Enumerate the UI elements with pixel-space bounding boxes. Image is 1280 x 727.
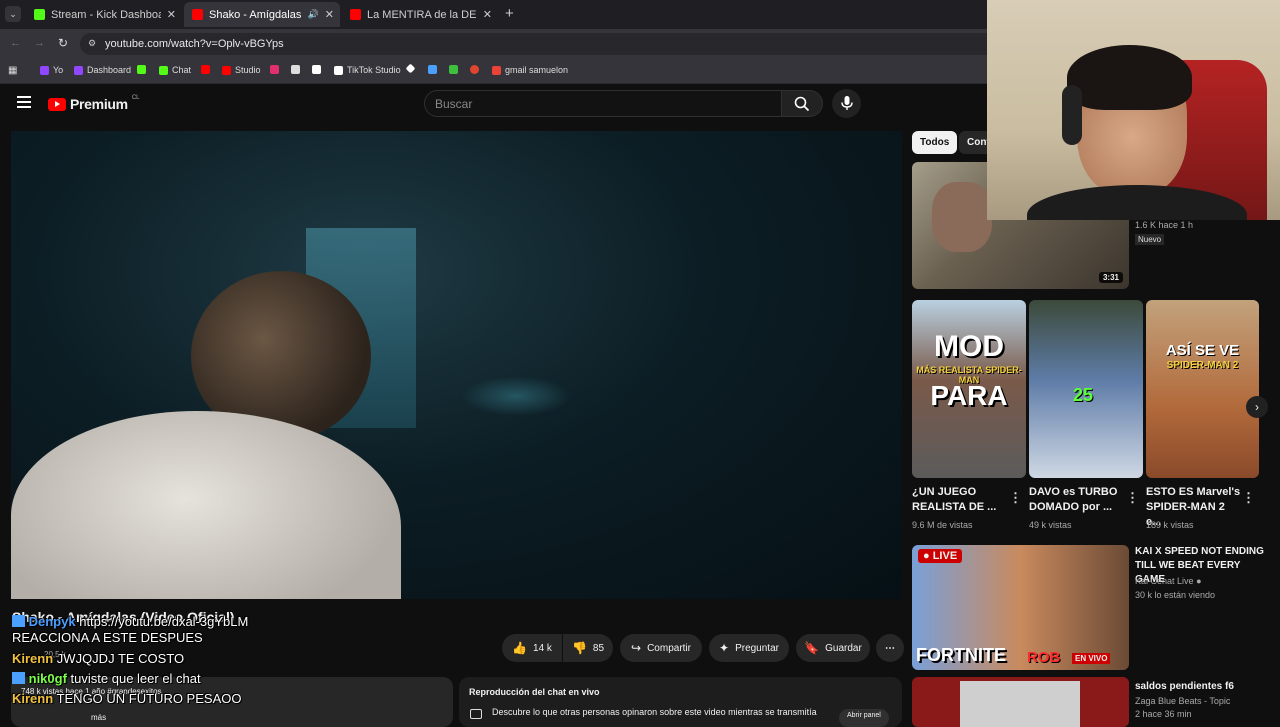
chip-all[interactable]: Todos: [912, 131, 958, 154]
voice-search-button[interactable]: [832, 89, 861, 118]
short-views: 9.6 M de vistas: [912, 520, 973, 530]
youtube-icon: [350, 9, 361, 20]
stream-chat-overlay: Denpyk https://youtu.be/dxal-3gYbLM REAC…: [12, 614, 312, 706]
sparkle-icon: ✦: [719, 641, 730, 655]
new-tab-button[interactable]: +: [505, 5, 514, 22]
open-panel-button[interactable]: Abrir panel: [839, 709, 889, 727]
kick-badge-icon: [12, 615, 25, 627]
more-button[interactable]: ⋯: [876, 634, 904, 662]
short-views: 189 k vistas: [1146, 520, 1194, 530]
bookmark-x[interactable]: [291, 65, 300, 74]
share-button[interactable]: ↪ Compartir: [620, 634, 702, 662]
bookmark-star[interactable]: [428, 65, 437, 74]
bookmark-youtube[interactable]: [201, 65, 210, 74]
bookmark-gmail[interactable]: gmail samuelon: [492, 65, 568, 75]
mic-icon: [841, 96, 853, 110]
tab-search-button[interactable]: ⌄: [5, 6, 21, 22]
chat-message: Denpyk https://youtu.be/dxal-3gYbLM REAC…: [12, 614, 249, 645]
short-views: 49 k vistas: [1029, 520, 1072, 530]
short-title[interactable]: DAVO es TURBO DOMADO por ...: [1029, 485, 1124, 515]
live-channel-name: Kai Cenat Live ●: [1135, 576, 1202, 586]
tab-kick-dashboard[interactable]: Stream - Kick Dashboard ✕: [26, 2, 182, 27]
new-badge: Nuevo: [1135, 234, 1165, 245]
bookmark-instagram[interactable]: [270, 65, 279, 74]
bookmark-tiktok[interactable]: [312, 65, 321, 74]
bookmark-chat[interactable]: Chat: [159, 65, 191, 75]
youtube-play-icon: [48, 97, 66, 111]
chat-replay-title: Reproducción del chat en vivo: [469, 687, 600, 697]
kick-badge-icon: [12, 672, 25, 684]
channel-name: Zaga Blue Beats - Topic: [1135, 696, 1231, 706]
bookmark-dashboard[interactable]: Dashboard: [74, 65, 131, 75]
bookmark-diamond[interactable]: [405, 63, 416, 74]
search-input[interactable]: Buscar: [424, 90, 782, 117]
next-arrow-button[interactable]: ›: [1246, 396, 1268, 418]
video-meta: 2 hace 36 min: [1135, 709, 1192, 719]
live-watching-count: 30 k lo están viendo: [1135, 590, 1216, 600]
short-thumbnail[interactable]: ASÍ SE VE SPIDER-MAN 2: [1146, 300, 1259, 478]
short-thumbnail[interactable]: 25: [1029, 300, 1143, 478]
apps-icon[interactable]: ▦: [8, 65, 17, 76]
bookmark-green[interactable]: [449, 65, 458, 74]
headphones-icon: [1062, 85, 1082, 145]
save-button[interactable]: 🔖 Guardar: [796, 634, 870, 662]
close-icon[interactable]: ✕: [167, 8, 176, 21]
duration-badge: 3:31: [1098, 272, 1123, 283]
bookmark-studio[interactable]: Studio: [222, 65, 261, 75]
site-info-icon[interactable]: ⚙: [88, 38, 96, 49]
close-icon[interactable]: ✕: [325, 8, 334, 21]
tab-mentira-video[interactable]: La MENTIRA de la DEPILACIÓN ✕: [342, 2, 498, 27]
chat-replay-description: Descubre lo que otras personas opinaron …: [492, 707, 817, 717]
menu-icon[interactable]: [17, 96, 31, 108]
speaker-icon[interactable]: 🔊: [308, 9, 319, 20]
youtube-logo[interactable]: Premium CL: [48, 95, 139, 112]
live-video-thumbnail[interactable]: ● LIVE FORTNITE ROB EN VIVO: [912, 545, 1129, 670]
tab-shako-video[interactable]: Shako - Amígdalas (Video C 🔊 ✕: [184, 2, 340, 27]
thumbs-up-icon: 👍: [512, 641, 528, 655]
reload-icon[interactable]: ↻: [58, 36, 68, 50]
show-more-link[interactable]: más: [91, 713, 106, 722]
back-icon[interactable]: ←: [10, 37, 21, 49]
ask-button[interactable]: ✦ Preguntar: [709, 634, 789, 662]
search-button[interactable]: [781, 90, 823, 117]
short-title[interactable]: ¿UN JUEGO REALISTA DE ...: [912, 485, 1002, 515]
chat-icon: [470, 709, 482, 719]
bookmark-yo[interactable]: Yo: [40, 65, 63, 75]
kick-icon: [34, 9, 45, 20]
webcam-overlay: [987, 0, 1280, 220]
dislike-button[interactable]: 👎 85: [563, 634, 613, 662]
shelf-light: [461, 376, 571, 416]
more-icon[interactable]: ⋮: [1126, 490, 1139, 506]
person-hair: [1067, 45, 1192, 110]
youtube-icon: [192, 9, 203, 20]
bookmark-red[interactable]: [470, 65, 479, 74]
search-icon: [794, 96, 810, 112]
share-icon: ↪: [631, 641, 642, 655]
live-badge: ● LIVE: [918, 549, 963, 563]
thumbs-down-icon: 👎: [571, 641, 587, 655]
video-player[interactable]: [11, 131, 902, 599]
more-icon: ⋯: [885, 642, 895, 654]
chat-message: nik0gf tuviste que leer el chat: [12, 671, 312, 686]
close-icon[interactable]: ✕: [483, 8, 492, 21]
like-button[interactable]: 👍 14 k: [502, 634, 562, 662]
bookmark-icon: 🔖: [804, 641, 820, 655]
video-meta: 1.6 K hace 1 h: [1135, 220, 1194, 230]
video-title[interactable]: saldos pendientes f6: [1135, 679, 1234, 694]
more-icon[interactable]: ⋮: [1009, 490, 1022, 506]
bookmark-tiktok-studio[interactable]: TikTok Studio: [334, 65, 401, 75]
chat-message: Kirenn JWJQJDJ TE COSTO: [12, 651, 185, 666]
verified-icon: ●: [1196, 576, 1202, 586]
chat-message: Kirenn TENGO UN FUTURO PESAOO: [12, 691, 242, 706]
bookmark-kick[interactable]: [137, 65, 146, 74]
short-thumbnail[interactable]: MOD MÁS REALISTA SPIDER-MAN PARA: [912, 300, 1026, 478]
more-icon[interactable]: ⋮: [1242, 490, 1255, 506]
forward-icon[interactable]: →: [34, 37, 45, 49]
person-figure: [11, 271, 401, 599]
